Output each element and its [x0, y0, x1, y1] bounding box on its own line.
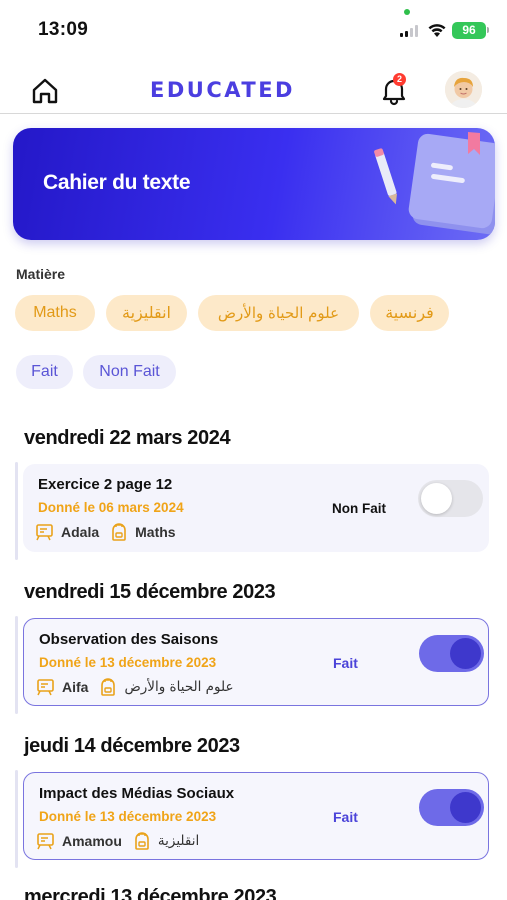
teacher-board-icon	[37, 679, 54, 696]
subject-chip-svt[interactable]: علوم الحياة والأرض	[198, 295, 359, 331]
backpack-icon	[135, 832, 149, 850]
homework-meta: Amamou انقليزية	[36, 831, 209, 851]
timeline-bar	[15, 462, 18, 560]
notification-badge: 2	[393, 73, 406, 86]
banner-title: Cahier du texte	[43, 171, 191, 194]
homework-meta: Aifa علوم الحياة والأرض	[36, 677, 244, 697]
toggle-knob	[421, 483, 452, 514]
status-filter-not-done[interactable]: Non Fait	[83, 355, 176, 389]
homework-status: Non Fait	[332, 501, 386, 516]
timeline-bar	[15, 770, 18, 868]
day-heading: mercredi 13 décembre 2023	[24, 886, 277, 900]
subject-chip-english[interactable]: انقليزية	[106, 295, 187, 331]
wifi-icon	[428, 24, 446, 37]
avatar[interactable]	[445, 71, 482, 108]
subject-chip-french[interactable]: فرنسية	[370, 295, 449, 331]
done-toggle[interactable]	[419, 635, 484, 672]
teacher-board-icon	[37, 833, 54, 850]
battery-tip-icon	[487, 27, 489, 33]
homework-title: Exercice 2 page 12	[38, 476, 173, 493]
homework-meta: Adala Maths	[35, 522, 186, 542]
teacher-name: Aifa	[62, 679, 89, 695]
home-icon[interactable]	[30, 76, 60, 106]
subject-chip-maths[interactable]: Maths	[15, 295, 95, 331]
subject-filter-label: Matière	[16, 266, 66, 282]
day-heading: jeudi 14 décembre 2023	[24, 735, 240, 757]
done-toggle[interactable]	[419, 789, 484, 826]
teacher-board-icon	[36, 524, 53, 541]
homework-status: Fait	[333, 655, 358, 671]
toggle-knob	[450, 638, 481, 669]
backpack-icon	[101, 678, 116, 696]
day-heading: vendredi 22 mars 2024	[24, 427, 231, 449]
homework-given-date: Donné le 13 décembre 2023	[39, 809, 217, 824]
user-avatar-icon	[445, 71, 482, 108]
homework-given-date: Donné le 13 décembre 2023	[39, 655, 217, 670]
homework-title: Impact des Médias Sociaux	[39, 785, 235, 802]
homework-status: Fait	[333, 809, 358, 825]
homework-card[interactable]: Exercice 2 page 12 Donné le 06 mars 2024…	[23, 464, 489, 552]
homework-card[interactable]: Observation des Saisons Donné le 13 déce…	[23, 618, 489, 706]
backpack-icon	[112, 523, 126, 541]
homework-card[interactable]: Impact des Médias Sociaux Donné le 13 dé…	[23, 772, 489, 860]
recording-dot-icon	[404, 9, 410, 15]
notebook-pencil-icon	[374, 132, 495, 235]
status-bar: 13:09 96	[0, 0, 507, 58]
toggle-knob	[450, 792, 481, 823]
notebook-banner: Cahier du texte	[13, 128, 495, 240]
status-filter-done[interactable]: Fait	[16, 355, 73, 389]
done-toggle[interactable]	[418, 480, 483, 517]
teacher-name: Amamou	[62, 833, 122, 849]
homework-given-date: Donné le 06 mars 2024	[38, 500, 184, 515]
timeline-bar	[15, 616, 18, 714]
homework-title: Observation des Saisons	[39, 631, 219, 648]
brand-logo: EDUCATED	[150, 78, 295, 102]
subject-name: Maths	[135, 524, 176, 540]
status-time: 13:09	[38, 19, 89, 40]
app-header: EDUCATED 2	[0, 64, 507, 114]
battery-level: 96	[452, 22, 486, 39]
subject-name: علوم الحياة والأرض	[124, 679, 234, 695]
day-heading: vendredi 15 décembre 2023	[24, 581, 276, 603]
subject-name: انقليزية	[157, 833, 200, 849]
cellular-signal-icon	[400, 25, 418, 37]
teacher-name: Adala	[61, 524, 100, 540]
